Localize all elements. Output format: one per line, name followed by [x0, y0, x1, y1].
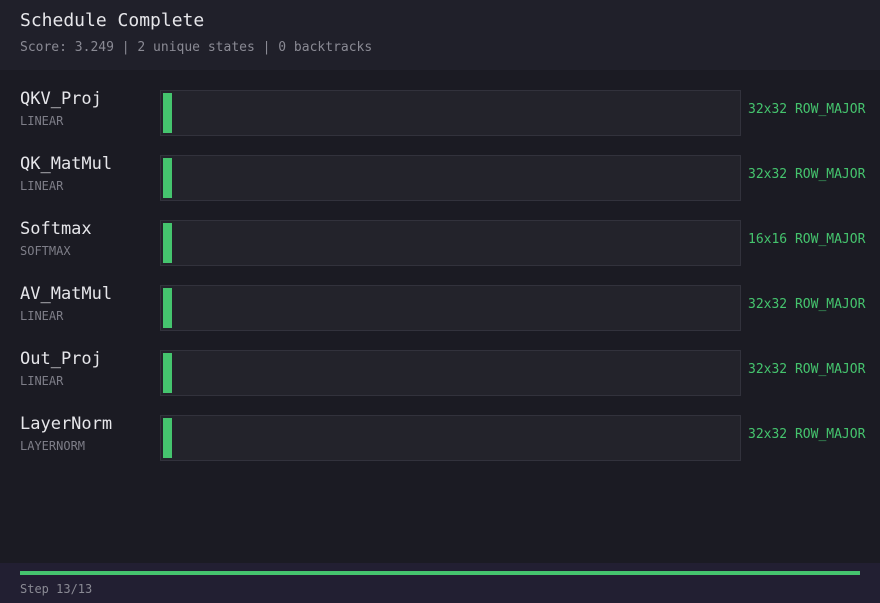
operation-timeline-bar	[163, 158, 172, 198]
operation-tile-config: 32x32 ROW_MAJOR	[748, 297, 866, 312]
operation-type: LINEAR	[20, 114, 64, 128]
operation-row-av-matmul: AV_MatMul LINEAR 32x32 ROW_MAJOR	[0, 284, 880, 350]
header: Schedule Complete Score: 3.249 | 2 uniqu…	[0, 0, 880, 70]
operation-type: LINEAR	[20, 374, 64, 388]
operation-type: LINEAR	[20, 309, 64, 323]
operation-row-softmax: Softmax SOFTMAX 16x16 ROW_MAJOR	[0, 219, 880, 285]
operation-timeline-bar	[163, 353, 172, 393]
operation-timeline-bar	[163, 288, 172, 328]
operation-list: QKV_Proj LINEAR 32x32 ROW_MAJOR QK_MatMu…	[0, 89, 880, 480]
operation-timeline-track	[160, 155, 741, 201]
operation-row-qk-matmul: QK_MatMul LINEAR 32x32 ROW_MAJOR	[0, 154, 880, 220]
operation-row-layernorm: LayerNorm LAYERNORM 32x32 ROW_MAJOR	[0, 414, 880, 480]
operation-type: SOFTMAX	[20, 244, 71, 258]
operation-timeline-track	[160, 415, 741, 461]
operation-tile-config: 32x32 ROW_MAJOR	[748, 362, 866, 377]
schedule-summary: Score: 3.249 | 2 unique states | 0 backt…	[20, 40, 373, 55]
footer: Step 13/13	[0, 563, 880, 603]
step-counter: Step 13/13	[20, 582, 93, 596]
operation-name: QK_MatMul	[20, 154, 113, 174]
operation-name: Softmax	[20, 219, 92, 239]
operation-tile-config: 32x32 ROW_MAJOR	[748, 102, 866, 117]
operation-name: AV_MatMul	[20, 284, 113, 304]
step-progress-track	[20, 571, 860, 575]
operation-timeline-track	[160, 350, 741, 396]
operation-timeline-bar	[163, 223, 172, 263]
operation-type: LAYERNORM	[20, 439, 86, 453]
operation-name: LayerNorm	[20, 414, 113, 434]
step-progress-bar	[20, 571, 860, 575]
operation-timeline-track	[160, 285, 741, 331]
operation-timeline-track	[160, 90, 741, 136]
operation-name: QKV_Proj	[20, 89, 102, 109]
operation-timeline-bar	[163, 93, 172, 133]
operation-timeline-bar	[163, 418, 172, 458]
operation-name: Out_Proj	[20, 349, 102, 369]
operation-row-out-proj: Out_Proj LINEAR 32x32 ROW_MAJOR	[0, 349, 880, 415]
operation-timeline-track	[160, 220, 741, 266]
operation-tile-config: 32x32 ROW_MAJOR	[748, 167, 866, 182]
operation-tile-config: 16x16 ROW_MAJOR	[748, 232, 866, 247]
page-title: Schedule Complete	[20, 10, 205, 31]
operation-tile-config: 32x32 ROW_MAJOR	[748, 427, 866, 442]
operation-type: LINEAR	[20, 179, 64, 193]
operation-row-qkv-proj: QKV_Proj LINEAR 32x32 ROW_MAJOR	[0, 89, 880, 155]
